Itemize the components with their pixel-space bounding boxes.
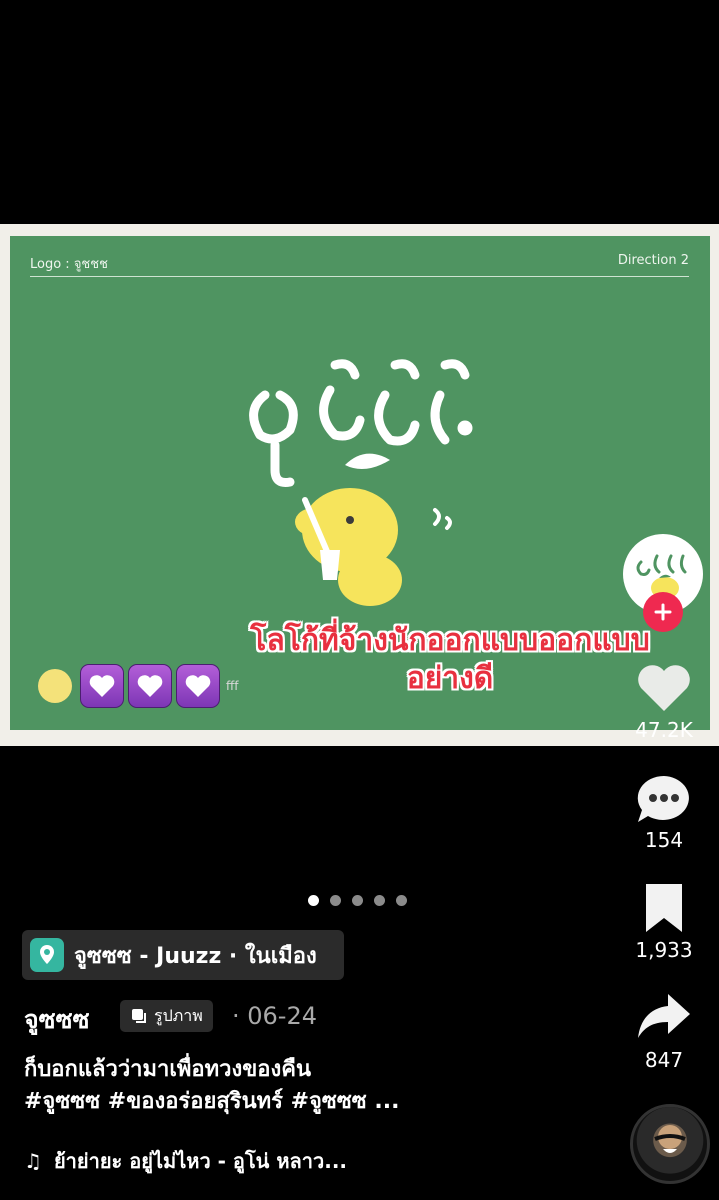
heart-icon	[137, 675, 163, 697]
caption-hashtags[interactable]: #จูซซซ #ของอร่อยสุรินทร์ #จูซซซ ...	[24, 1086, 614, 1118]
post-type-badge: รูปภาพ	[120, 1000, 213, 1032]
like-count: 47.2K	[635, 718, 693, 742]
post-type-label: รูปภาพ	[154, 1005, 203, 1025]
overlay-caption: โลโก้ที่จ้างนักออกแบบออกแบบ อย่างดี	[215, 622, 685, 698]
music-note-icon: ♫	[24, 1149, 42, 1173]
carousel-dot-active[interactable]	[308, 895, 319, 906]
share-count: 847	[644, 1048, 684, 1072]
post-date: · 06-24	[232, 1002, 317, 1030]
carousel-dot[interactable]	[330, 895, 341, 906]
brand-logo-illustration	[249, 359, 473, 606]
comment-bubble-icon[interactable]	[634, 772, 694, 826]
music-ticker[interactable]: ♫ ย้าย่ายะ อยู่ไม่ไหว - อูโน่ หลาว...	[24, 1145, 347, 1177]
music-disc[interactable]	[630, 1104, 710, 1184]
carousel-dot[interactable]	[374, 895, 385, 906]
bookmark-icon[interactable]	[634, 882, 694, 936]
comment-count: 154	[644, 828, 684, 852]
carousel-dot[interactable]	[396, 895, 407, 906]
slide-header-label: Logo : จูชชช	[30, 257, 108, 272]
post-caption[interactable]: ก็บอกแล้วว่ามาเพื่อทวงของคืน #จูซซซ #ของ…	[24, 1054, 614, 1118]
album-cover-icon	[654, 1125, 686, 1153]
bookmark-count: 1,933	[635, 938, 693, 962]
location-pin-icon	[30, 938, 64, 972]
heart-icon	[89, 675, 115, 697]
carousel-dot[interactable]	[352, 895, 363, 906]
white-heart-emoji	[128, 664, 172, 708]
plus-icon	[654, 603, 672, 621]
yellow-circle-emoji	[38, 669, 72, 703]
location-label: จูซซซ - Juuzz · ในเมือง	[74, 943, 317, 969]
slide-direction-label: Direction 2	[617, 253, 689, 268]
overlay-caption-line-1: โลโก้ที่จ้างนักออกแบบออกแบบ	[250, 623, 650, 658]
share-arrow-icon[interactable]	[634, 990, 694, 1044]
emoji-sticker-row: fff	[38, 663, 239, 709]
like-heart-icon[interactable]	[634, 660, 694, 714]
music-title: ย้าย่ายะ อยู่ไม่ไหว - อูโน่ หลาว...	[53, 1149, 348, 1173]
slide-divider	[30, 276, 689, 277]
white-heart-emoji	[80, 664, 124, 708]
carousel-indicator	[308, 895, 407, 906]
heart-icon	[185, 675, 211, 697]
location-chip[interactable]: จูซซซ - Juuzz · ในเมือง	[22, 930, 344, 980]
white-heart-emoji	[176, 664, 220, 708]
author-username[interactable]: จูซซซ	[24, 1000, 90, 1040]
follow-button[interactable]	[643, 592, 683, 632]
photo-stack-icon	[132, 1009, 146, 1023]
overlay-caption-line-2: อย่างดี	[406, 661, 494, 696]
emoji-trail-text: fff	[226, 679, 239, 693]
caption-line-1: ก็บอกแล้วว่ามาเพื่อทวงของคืน	[24, 1057, 311, 1082]
